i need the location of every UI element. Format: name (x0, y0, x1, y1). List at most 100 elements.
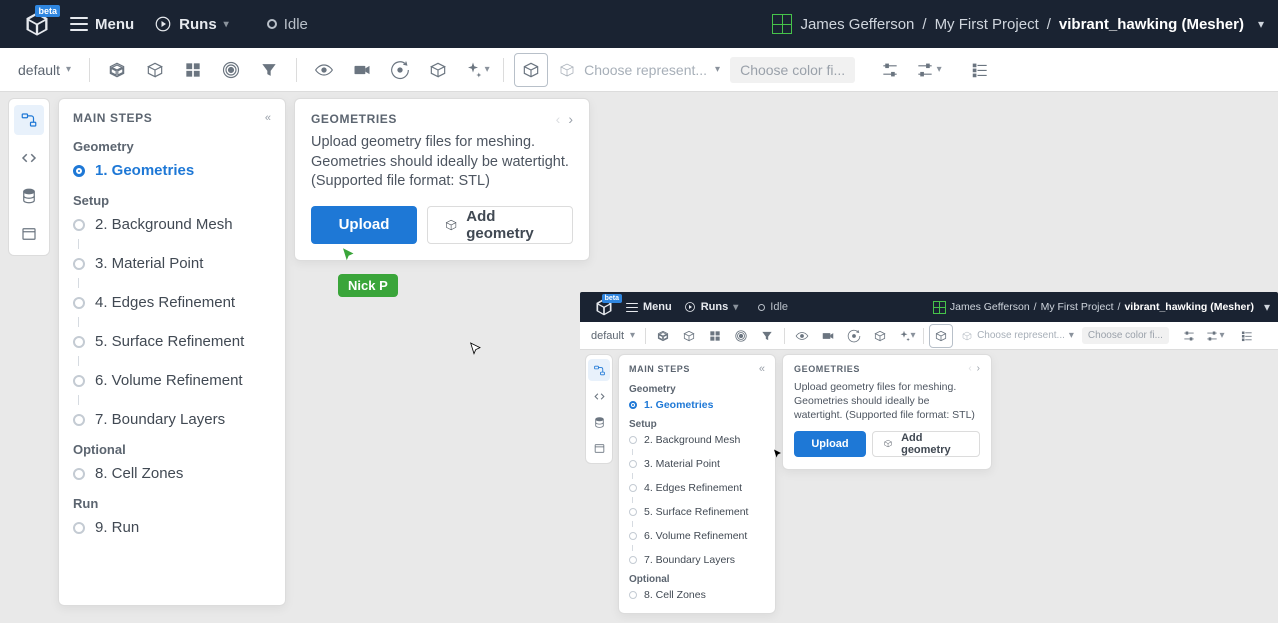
rail-window-button[interactable] (588, 437, 610, 459)
rail-code-button[interactable] (588, 385, 610, 407)
rail-data-button[interactable] (14, 181, 44, 211)
view-grid-button[interactable] (703, 324, 727, 348)
geo-next-button[interactable]: › (977, 363, 980, 374)
viewport[interactable]: MAIN STEPS« Geometry1. GeometriesSetup2.… (580, 350, 1278, 622)
upload-button[interactable]: Upload (311, 206, 417, 244)
upload-button[interactable]: Upload (794, 431, 866, 457)
orbit-button[interactable] (842, 324, 866, 348)
geo-next-button[interactable]: › (568, 111, 573, 127)
scope-selector[interactable]: default ▾ (10, 58, 79, 82)
toolbar: default ▾ ▾ Choose represent... ▾ Choose… (0, 48, 1278, 92)
collapse-button[interactable]: « (265, 112, 271, 124)
geo-prev-button[interactable]: ‹ (968, 363, 971, 374)
view-grid-button[interactable] (176, 53, 210, 87)
hamburger-icon (626, 303, 638, 312)
filter-button[interactable] (755, 324, 779, 348)
camera-icon (352, 60, 372, 80)
view-wire-button[interactable] (651, 324, 675, 348)
view-solid-button[interactable] (677, 324, 701, 348)
step-section-label: Setup (59, 185, 285, 210)
orbit-button[interactable] (383, 53, 417, 87)
add-geometry-button[interactable]: Add geometry (427, 206, 573, 244)
app-logo[interactable]: beta (588, 292, 620, 322)
view-waves-button[interactable] (214, 53, 248, 87)
selection-mode-button[interactable] (514, 53, 548, 87)
view-waves-button[interactable] (729, 324, 753, 348)
step-dot-icon (73, 219, 85, 231)
step-item[interactable]: 5. Surface Refinement (619, 503, 775, 521)
rail-data-button[interactable] (588, 411, 610, 433)
breadcrumb[interactable]: James Gefferson / My First Project / vib… (772, 14, 1264, 34)
range-b-button[interactable]: ▾ (1203, 324, 1227, 348)
step-item[interactable]: 5. Surface Refinement (59, 327, 285, 356)
filter-button[interactable] (252, 53, 286, 87)
view-wire-button[interactable] (100, 53, 134, 87)
step-item[interactable]: 9. Run (59, 513, 285, 542)
step-item[interactable]: 8. Cell Zones (619, 586, 775, 604)
step-item[interactable]: 4. Edges Refinement (619, 479, 775, 497)
step-dot-icon (629, 401, 637, 409)
step-item[interactable]: 2. Background Mesh (59, 210, 285, 239)
visibility-button[interactable] (307, 53, 341, 87)
step-item[interactable]: 8. Cell Zones (59, 459, 285, 488)
step-item[interactable]: 4. Edges Refinement (59, 288, 285, 317)
step-section-label: Optional (59, 434, 285, 459)
slider-icon (915, 60, 935, 80)
step-item[interactable]: 6. Volume Refinement (619, 527, 775, 545)
step-item[interactable]: 3. Material Point (619, 455, 775, 473)
collab-cursor-nick: Nick P (340, 246, 398, 297)
runs-button[interactable]: Runs ▾ (678, 298, 745, 316)
camera-button[interactable] (816, 324, 840, 348)
rail-code-button[interactable] (14, 143, 44, 173)
step-label: 5. Surface Refinement (644, 506, 748, 518)
view-solid-button[interactable] (138, 53, 172, 87)
embedded-preview: beta Menu Runs ▾ Idle James Gefferson / … (580, 292, 1278, 622)
beta-badge: beta (602, 294, 622, 303)
representation-select[interactable]: Choose represent... ▾ (552, 61, 726, 79)
rail-workflow-button[interactable] (588, 359, 610, 381)
menu-button[interactable]: Menu (60, 10, 144, 39)
representation-select[interactable]: Choose represent... ▾ (955, 330, 1080, 342)
geometries-desc: Upload geometry files for meshing. Geome… (311, 133, 573, 192)
add-geometry-button[interactable]: Add geometry (872, 431, 980, 457)
visibility-button[interactable] (790, 324, 814, 348)
step-item[interactable]: 7. Boundary Layers (59, 405, 285, 434)
cube-icon (145, 60, 165, 80)
effects-button[interactable]: ▾ (459, 53, 493, 87)
geo-prev-button[interactable]: ‹ (556, 111, 561, 127)
rail-window-button[interactable] (14, 219, 44, 249)
step-item[interactable]: 1. Geometries (59, 156, 285, 185)
main-steps-title: MAIN STEPS (73, 111, 152, 125)
list-button[interactable] (963, 53, 997, 87)
range-a-button[interactable] (873, 53, 907, 87)
step-dot-icon (73, 336, 85, 348)
list-button[interactable] (1235, 324, 1259, 348)
rail-workflow-button[interactable] (14, 105, 44, 135)
collapse-button[interactable]: « (759, 363, 765, 375)
step-item[interactable]: 6. Volume Refinement (59, 366, 285, 395)
step-item[interactable]: 3. Material Point (59, 249, 285, 278)
viewport[interactable]: MAIN STEPS « Geometry1. GeometriesSetup2… (0, 92, 1278, 623)
step-item[interactable]: 2. Background Mesh (619, 431, 775, 449)
mouse-cursor-icon (772, 446, 784, 462)
mouse-cursor-icon (468, 338, 484, 360)
step-dot-icon (629, 460, 637, 468)
range-b-button[interactable]: ▾ (911, 53, 945, 87)
color-field-select[interactable]: Choose color fi... (730, 57, 855, 83)
step-item[interactable]: 1. Geometries (619, 396, 775, 414)
step-dot-icon (73, 522, 85, 534)
app-logo[interactable]: beta (14, 1, 60, 47)
selection-mode-button[interactable] (929, 324, 953, 348)
menu-button[interactable]: Menu (620, 298, 678, 316)
breadcrumb[interactable]: James Gefferson / My First Project / vib… (933, 300, 1270, 314)
box-view-button[interactable] (868, 324, 892, 348)
camera-button[interactable] (345, 53, 379, 87)
runs-button[interactable]: Runs ▾ (144, 9, 239, 39)
box-view-button[interactable] (421, 53, 455, 87)
scope-selector[interactable]: default▾ (586, 328, 640, 344)
color-field-select[interactable]: Choose color fi... (1082, 327, 1169, 344)
window-icon (20, 225, 38, 243)
effects-button[interactable]: ▾ (894, 324, 918, 348)
range-a-button[interactable] (1177, 324, 1201, 348)
step-item[interactable]: 7. Boundary Layers (619, 551, 775, 569)
